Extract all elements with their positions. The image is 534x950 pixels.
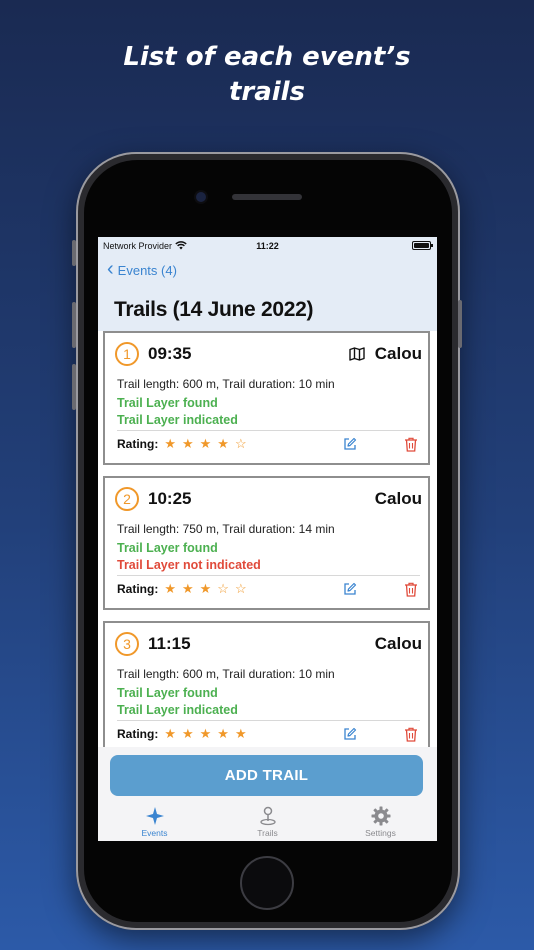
headline-line-1: List of each event’s <box>123 42 411 72</box>
star-filled-icon[interactable]: ★ <box>200 581 212 597</box>
trail-layer-indicated: Trail Layer not indicated <box>117 558 261 572</box>
trail-card[interactable]: 2 10:25 Calou Trail length: 750 m, Trail du… <box>103 476 430 610</box>
star-filled-icon[interactable]: ★ <box>235 726 247 742</box>
star-empty-icon[interactable]: ☆ <box>235 581 247 597</box>
tab-events-label: Events <box>141 827 168 838</box>
trail-card-header: 3 11:15 Calou <box>115 631 422 657</box>
edit-icon[interactable] <box>343 727 357 741</box>
back-button[interactable]: ‹ Events (4) <box>107 258 177 280</box>
rating-stars[interactable]: ★ ★ ★ ☆ ☆ <box>164 581 343 597</box>
power-button <box>458 300 462 348</box>
trail-number-badge: 3 <box>115 632 139 656</box>
tab-trails[interactable]: Trails <box>211 802 324 841</box>
map-icon[interactable] <box>349 347 365 361</box>
rating-stars[interactable]: ★ ★ ★ ★ ☆ <box>164 436 343 452</box>
mute-switch <box>72 240 76 266</box>
status-bar: Network Provider 11:22 <box>98 237 437 254</box>
trail-layer-found: Trail Layer found <box>117 541 218 555</box>
rating-row: Rating: ★ ★ ★ ★ ★ <box>117 724 420 744</box>
volume-down-button <box>72 364 76 410</box>
trail-card[interactable]: 3 11:15 Calou Trail length: 600 m, Trail du… <box>103 621 430 747</box>
trail-author: Calou <box>374 634 422 653</box>
tab-events[interactable]: Events <box>98 802 211 841</box>
front-camera <box>196 192 206 202</box>
trail-layer-found: Trail Layer found <box>117 396 218 410</box>
trash-icon[interactable] <box>404 727 418 742</box>
edit-icon[interactable] <box>343 437 357 451</box>
trail-time: 09:35 <box>148 344 192 363</box>
star-filled-icon[interactable]: ★ <box>200 726 212 742</box>
rating-label: Rating: <box>117 727 159 741</box>
card-divider <box>117 430 420 431</box>
rating-stars[interactable]: ★ ★ ★ ★ ★ <box>164 726 343 742</box>
rating-row: Rating: ★ ★ ★ ★ ☆ <box>117 434 420 454</box>
star-filled-icon[interactable]: ★ <box>182 581 194 597</box>
trail-layer-found: Trail Layer found <box>117 686 218 700</box>
trail-author: Calou <box>374 489 422 508</box>
location-pin-icon <box>259 806 276 825</box>
trail-card-header: 1 09:35 Calou <box>115 341 422 367</box>
trail-card[interactable]: 1 09:35 Calou Trail length: 600 m, Trail du… <box>103 331 430 465</box>
trail-list[interactable]: 1 09:35 Calou Trail length: 600 m, Trail du… <box>98 331 437 747</box>
status-time: 11:22 <box>256 240 279 251</box>
page-title: Trails (14 June 2022) <box>114 298 314 321</box>
app-screen: Network Provider 11:22 ‹ Events (4) Trai… <box>98 237 437 841</box>
tab-settings[interactable]: Settings <box>324 802 437 841</box>
navigation-bar: ‹ Events (4) Trails (14 June 2022) <box>98 254 437 331</box>
rating-row: Rating: ★ ★ ★ ☆ ☆ <box>117 579 420 599</box>
star-filled-icon[interactable]: ★ <box>182 726 194 742</box>
rating-label: Rating: <box>117 582 159 596</box>
star-filled-icon[interactable]: ★ <box>217 726 229 742</box>
trail-time: 11:15 <box>148 634 191 653</box>
trash-icon[interactable] <box>404 437 418 452</box>
star-filled-icon[interactable]: ★ <box>217 436 229 452</box>
earpiece-speaker <box>232 194 302 200</box>
back-label: Events (4) <box>117 262 177 278</box>
headline-line-2: trails <box>228 77 306 107</box>
star-filled-icon[interactable]: ★ <box>200 436 212 452</box>
trail-layer-indicated: Trail Layer indicated <box>117 703 238 717</box>
card-divider <box>117 575 420 576</box>
star-empty-icon[interactable]: ☆ <box>235 436 247 452</box>
star-empty-icon[interactable]: ☆ <box>217 581 229 597</box>
trail-number-badge: 1 <box>115 342 139 366</box>
rating-label: Rating: <box>117 437 159 451</box>
edit-icon[interactable] <box>343 582 357 596</box>
add-trail-button[interactable]: ADD TRAIL <box>110 755 423 796</box>
trash-icon[interactable] <box>404 582 418 597</box>
trail-author: Calou <box>374 344 422 363</box>
bottom-bar: ADD TRAIL Events Trails Settings <box>98 747 437 841</box>
star-filled-icon[interactable]: ★ <box>164 726 176 742</box>
marketing-headline: List of each event’s trails <box>0 40 534 110</box>
trail-layer-indicated: Trail Layer indicated <box>117 413 238 427</box>
card-divider <box>117 720 420 721</box>
tab-trails-label: Trails <box>257 827 278 838</box>
trail-card-header: 2 10:25 Calou <box>115 486 422 512</box>
trail-info: Trail length: 600 m, Trail duration: 10 … <box>117 377 335 391</box>
battery-icon <box>412 241 433 250</box>
trail-number-badge: 2 <box>115 487 139 511</box>
trail-time: 10:25 <box>148 489 192 508</box>
trail-info: Trail length: 750 m, Trail duration: 14 … <box>117 522 335 536</box>
home-button[interactable] <box>240 856 294 910</box>
tab-bar: Events Trails Settings <box>98 802 437 841</box>
sparkle-icon <box>145 806 164 825</box>
star-filled-icon[interactable]: ★ <box>164 581 176 597</box>
volume-up-button <box>72 302 76 348</box>
trail-info: Trail length: 600 m, Trail duration: 10 … <box>117 667 335 681</box>
star-filled-icon[interactable]: ★ <box>164 436 176 452</box>
gear-icon <box>371 806 390 825</box>
chevron-left-icon: ‹ <box>107 258 114 280</box>
star-filled-icon[interactable]: ★ <box>182 436 194 452</box>
tab-settings-label: Settings <box>365 827 396 838</box>
